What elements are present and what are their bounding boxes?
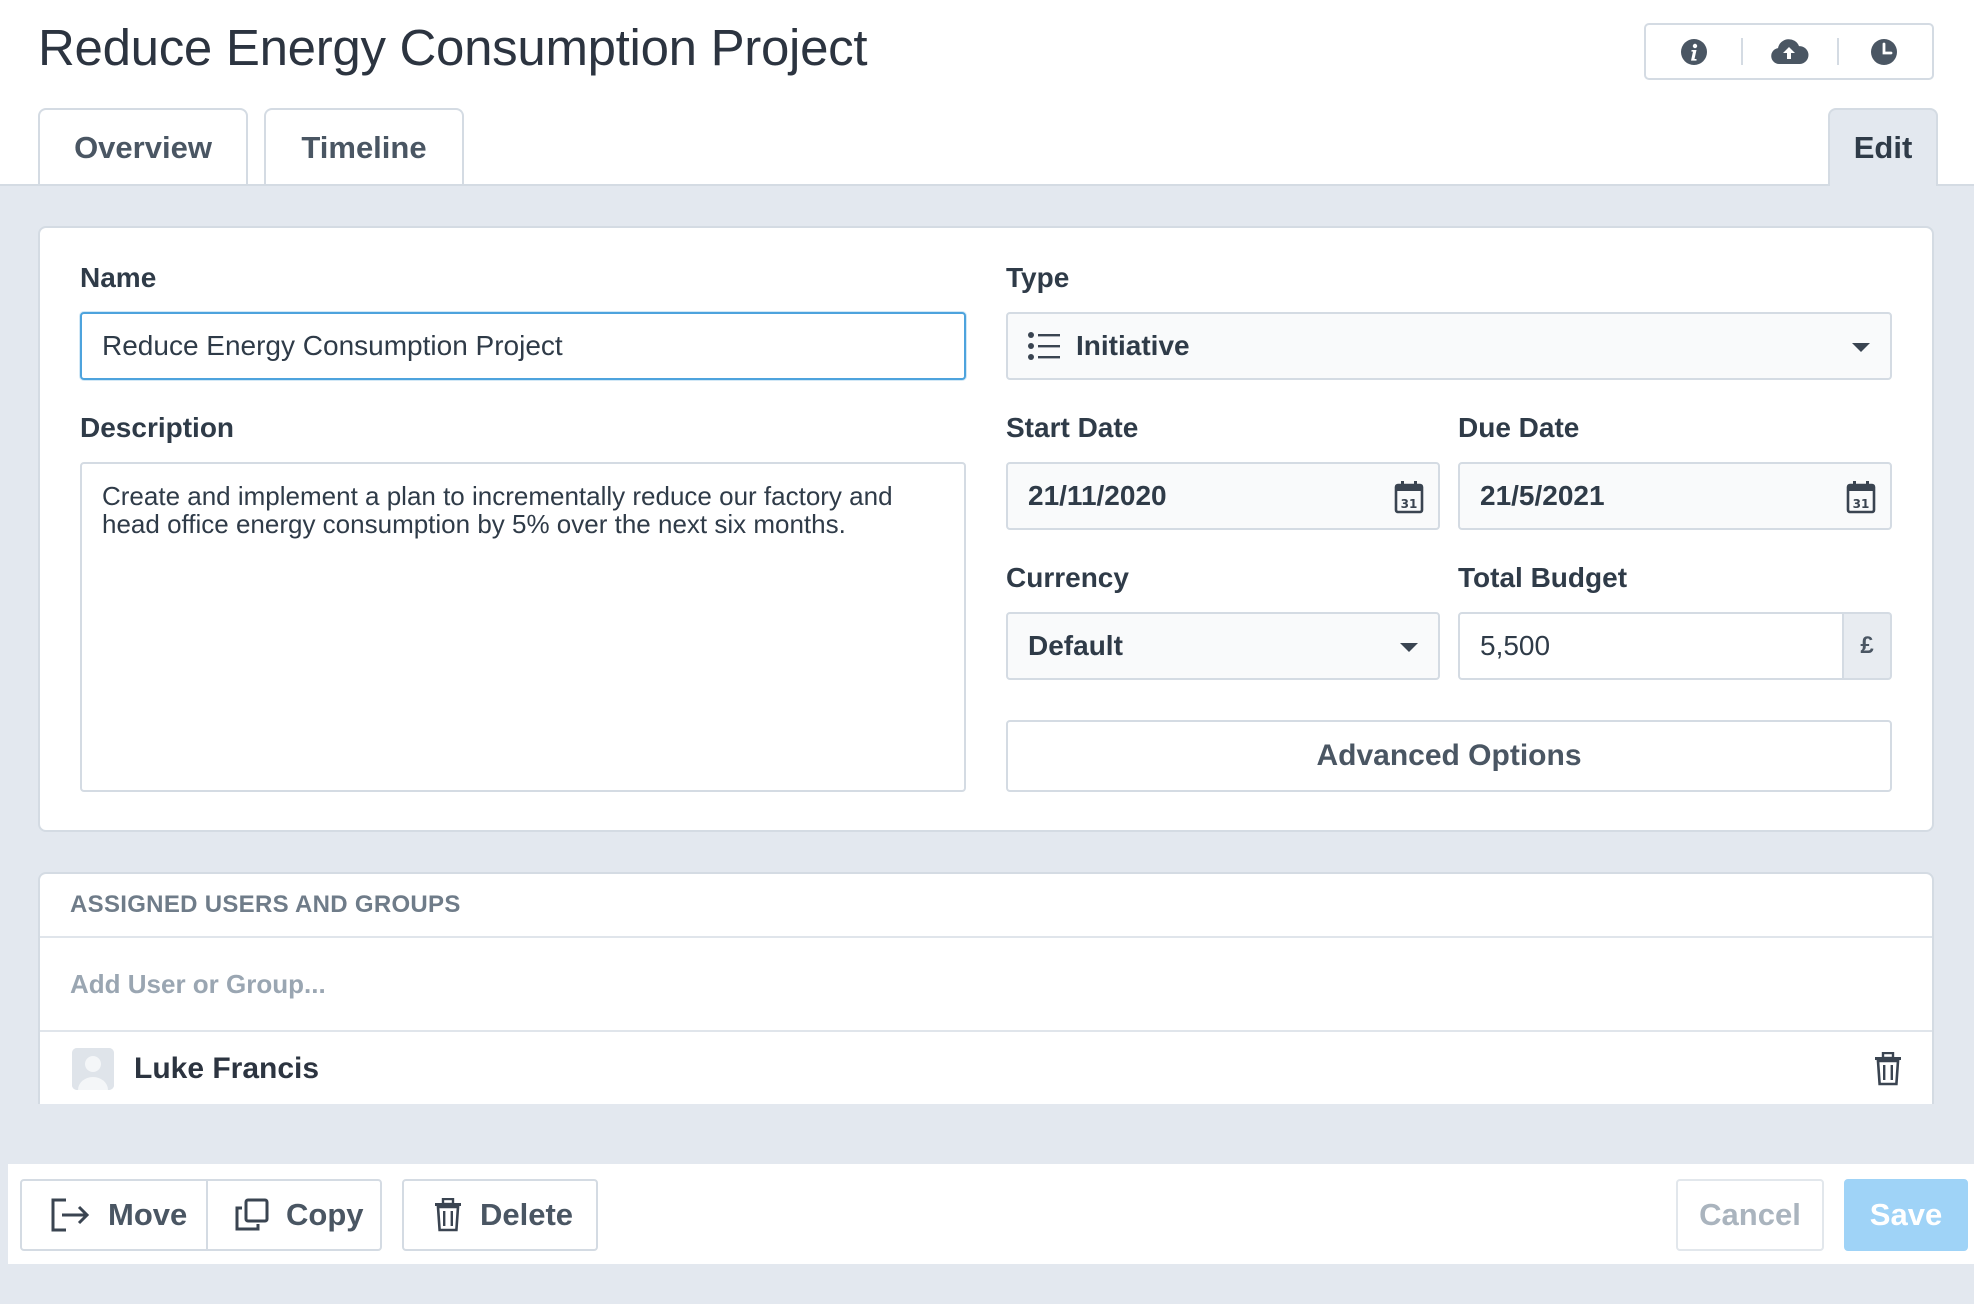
move-label: Move (108, 1197, 188, 1232)
info-button[interactable] (1646, 25, 1741, 78)
chevron-down-icon (1852, 343, 1870, 352)
delete-button[interactable]: Delete (402, 1179, 598, 1251)
copy-button[interactable]: Copy (206, 1179, 382, 1251)
add-user-input[interactable]: Add User or Group... (40, 938, 1932, 1032)
due-date-label: Due Date (1458, 412, 1580, 443)
copy-label: Copy (286, 1197, 364, 1232)
start-date-value: 21/11/2020 (1028, 480, 1167, 511)
avatar (72, 1048, 114, 1090)
copy-icon (235, 1198, 269, 1231)
currency-value: Default (1028, 630, 1123, 661)
assigned-users-card: ASSIGNED USERS AND GROUPS Add User or Gr… (38, 872, 1934, 1104)
calendar-icon[interactable]: 31 (1394, 480, 1424, 514)
start-date-label: Start Date (1006, 412, 1139, 443)
footer-toolbar: Move Copy Delete Cancel Save (8, 1164, 1974, 1264)
info-icon (1680, 38, 1707, 65)
description-label: Description (80, 412, 235, 443)
tab-edit[interactable]: Edit (1828, 108, 1938, 186)
total-budget-input[interactable]: 5,500 (1458, 612, 1844, 680)
name-input[interactable]: Reduce Energy Consumption Project (80, 312, 966, 380)
page-title: Reduce Energy Consumption Project (38, 19, 868, 76)
save-button[interactable]: Save (1844, 1179, 1968, 1251)
type-value: Initiative (1076, 330, 1190, 361)
type-select[interactable]: Initiative (1006, 312, 1892, 380)
currency-label: Currency (1006, 562, 1129, 593)
assigned-users-header: ASSIGNED USERS AND GROUPS (40, 874, 1932, 938)
main-content: Name Reduce Energy Consumption Project T… (0, 186, 1974, 1304)
tab-bar: Overview Timeline Edit (0, 108, 1974, 186)
due-date-input[interactable]: 21/5/2021 31 (1458, 462, 1892, 530)
trash-icon (435, 1198, 461, 1232)
upload-button[interactable] (1741, 25, 1836, 78)
user-placeholder-icon (72, 1048, 114, 1090)
advanced-options-button[interactable]: Advanced Options (1006, 720, 1892, 792)
move-icon (51, 1198, 90, 1232)
svg-text:31: 31 (1853, 497, 1870, 511)
history-button[interactable] (1836, 25, 1932, 78)
due-date-value: 21/5/2021 (1480, 480, 1605, 511)
calendar-icon[interactable]: 31 (1846, 480, 1876, 514)
trash-icon[interactable] (1872, 1052, 1904, 1086)
cloud-upload-icon (1771, 38, 1809, 64)
total-budget-group: 5,500 £ (1458, 612, 1892, 680)
clock-icon (1871, 38, 1898, 65)
currency-select[interactable]: Default (1006, 612, 1440, 680)
header-actions (1644, 23, 1934, 80)
chevron-down-icon (1400, 643, 1418, 652)
currency-symbol: £ (1844, 612, 1892, 680)
total-budget-label: Total Budget (1458, 562, 1628, 593)
tab-timeline[interactable]: Timeline (264, 108, 464, 186)
type-label: Type (1006, 262, 1070, 293)
edit-form-card: Name Reduce Energy Consumption Project T… (38, 226, 1934, 832)
move-button[interactable]: Move (20, 1179, 208, 1251)
name-label: Name (80, 262, 157, 293)
start-date-input[interactable]: 21/11/2020 31 (1006, 462, 1440, 530)
delete-label: Delete (480, 1197, 574, 1232)
cancel-button[interactable]: Cancel (1676, 1179, 1824, 1251)
description-textarea[interactable]: Create and implement a plan to increment… (80, 462, 966, 792)
tab-overview[interactable]: Overview (38, 108, 248, 186)
list-icon (1028, 332, 1060, 360)
svg-text:31: 31 (1401, 497, 1418, 511)
user-name: Luke Francis (134, 1052, 320, 1085)
user-row: Luke Francis (40, 1032, 1932, 1106)
